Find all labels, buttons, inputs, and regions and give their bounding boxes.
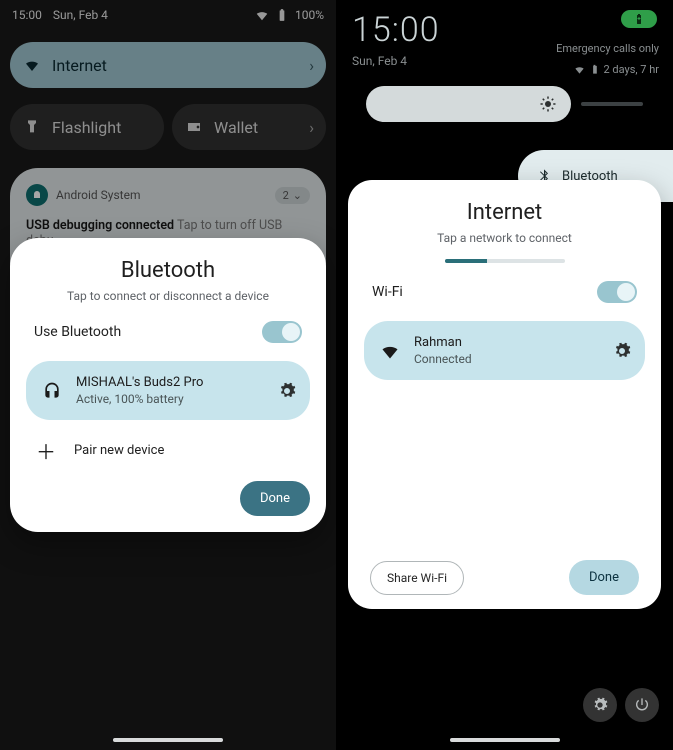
right-screenshot: 15:00 Sun, Feb 4 Emergency calls only 2 … xyxy=(336,0,673,750)
brightness-icon xyxy=(539,95,557,113)
power-icon xyxy=(634,697,650,713)
battery-icon xyxy=(275,8,289,22)
done-button[interactable]: Done xyxy=(569,560,639,595)
bluetooth-modal: Bluetooth Tap to connect or disconnect a… xyxy=(10,238,326,532)
chevron-right-icon: › xyxy=(309,56,314,75)
qs-tile-wallet[interactable]: Wallet › xyxy=(172,104,326,150)
modal-subtitle: Tap a network to connect xyxy=(364,231,645,245)
gear-icon[interactable] xyxy=(613,342,631,360)
battery-saver-pill[interactable] xyxy=(621,10,657,28)
chevron-right-icon: › xyxy=(309,118,314,137)
bluetooth-toggle[interactable] xyxy=(262,321,302,343)
status-time: 15:00 xyxy=(12,8,42,22)
internet-modal: Internet Tap a network to connect Wi-Fi … xyxy=(348,180,661,609)
share-wifi-button[interactable]: Share Wi-Fi xyxy=(370,561,464,595)
paired-device-row[interactable]: MISHAAL's Buds2 Pro Active, 100% battery xyxy=(26,361,310,420)
battery-saver-icon xyxy=(633,13,645,25)
chevron-down-icon: ⌄ xyxy=(293,189,302,202)
battery-icon xyxy=(589,64,600,75)
nav-handle[interactable] xyxy=(113,738,223,742)
wallet-icon xyxy=(186,119,202,135)
status-bar: 15:00 Sun, Feb 4 100% xyxy=(0,0,336,30)
plus-icon: ＋ xyxy=(36,436,56,465)
notif-title: USB debugging connected xyxy=(26,218,174,233)
emergency-text: Emergency calls only xyxy=(556,42,659,55)
notification-expand[interactable]: 2 ⌄ xyxy=(275,187,310,204)
device-name: MISHAAL's Buds2 Pro xyxy=(76,375,203,390)
qs-tile-flashlight[interactable]: Flashlight xyxy=(10,104,164,150)
brightness-slider[interactable] xyxy=(366,86,571,122)
done-button[interactable]: Done xyxy=(240,481,310,516)
settings-button[interactable] xyxy=(583,688,617,722)
modal-title: Bluetooth xyxy=(26,258,310,283)
left-screenshot: 15:00 Sun, Feb 4 100% Internet › Flashli… xyxy=(0,0,336,750)
pair-new-device-row[interactable]: ＋ Pair new device xyxy=(26,420,310,481)
android-icon xyxy=(26,184,48,206)
power-button[interactable] xyxy=(625,688,659,722)
wifi-icon xyxy=(24,57,40,73)
brightness-rail xyxy=(581,102,643,106)
network-status: Connected xyxy=(414,352,472,366)
wifi-toggle-label: Wi-Fi xyxy=(372,284,403,300)
wifi-icon xyxy=(255,8,269,22)
battery-estimate: 2 days, 7 hr xyxy=(604,63,660,76)
qs-tile-label: Internet xyxy=(52,56,107,75)
device-status: Active, 100% battery xyxy=(76,392,203,406)
qs-tile-label: Flashlight xyxy=(52,118,121,137)
wifi-network-row[interactable]: Rahman Connected xyxy=(364,321,645,380)
nav-handle[interactable] xyxy=(450,738,560,742)
wifi-toggle[interactable] xyxy=(597,281,637,303)
qs-tile-label: Wallet xyxy=(214,118,258,137)
gear-icon xyxy=(592,697,608,713)
pair-label: Pair new device xyxy=(74,443,164,458)
modal-title: Internet xyxy=(364,200,645,225)
wifi-icon xyxy=(574,64,585,75)
wifi-icon xyxy=(380,341,400,361)
headphones-icon xyxy=(42,381,62,401)
network-ssid: Rahman xyxy=(414,335,472,350)
qs-tile-internet[interactable]: Internet › xyxy=(10,42,326,88)
bluetooth-toggle-label: Use Bluetooth xyxy=(34,324,121,340)
status-date: Sun, Feb 4 xyxy=(53,8,108,22)
notification-count: 2 xyxy=(283,189,289,202)
notification-app-name: Android System xyxy=(56,188,141,202)
battery-percent: 100% xyxy=(295,8,324,22)
gear-icon[interactable] xyxy=(278,382,296,400)
modal-subtitle: Tap to connect or disconnect a device xyxy=(26,289,310,303)
flashlight-icon xyxy=(24,119,40,135)
